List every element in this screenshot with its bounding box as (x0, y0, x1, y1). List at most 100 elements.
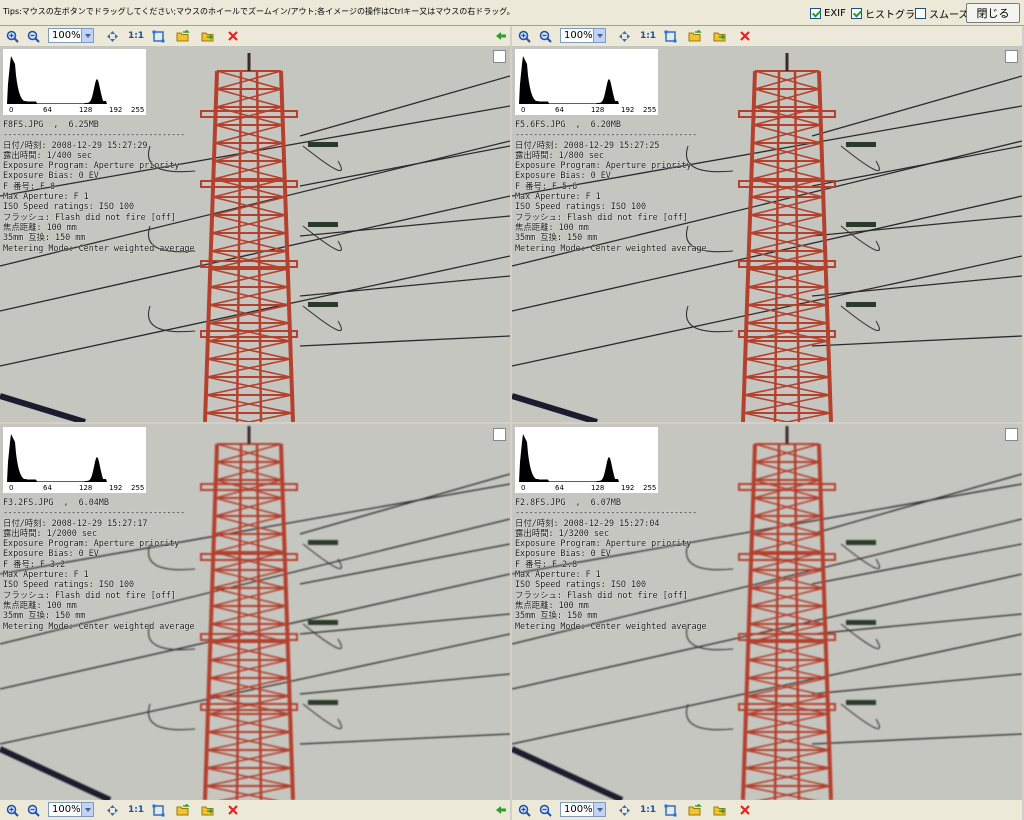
smooth-label: スムーズ (929, 9, 969, 21)
zoom-out-icon[interactable] (538, 803, 552, 817)
next-file-icon[interactable] (201, 803, 215, 817)
exif-metering: Metering Mode: Center weighted average (3, 620, 195, 631)
exif-info: F5.6FS.JPG , 6.20MB ---------------------… (515, 119, 707, 253)
exif-bias: Exposure Bias: 0 EV (3, 548, 99, 559)
exif-program: Exposure Program: Aperture priority (515, 160, 692, 171)
histogram-checkbox[interactable]: ヒストグラ (851, 6, 915, 21)
zoom-in-icon[interactable] (5, 29, 19, 43)
close-image-icon[interactable] (226, 803, 240, 817)
exif-date: 日付/時刻: 2008-12-29 15:27:04 (515, 517, 660, 528)
select-image-checkbox[interactable] (1005, 50, 1018, 63)
image-compare-window: Tips:マウスの左ボタンでドラッグしてください;マウスのホイールでズームイン/… (0, 0, 1024, 820)
chevron-down-icon[interactable] (593, 29, 605, 42)
close-image-icon[interactable] (738, 803, 752, 817)
zoom-select[interactable]: 100% (48, 802, 94, 817)
exif-iso: ISO Speed ratings: ISO 100 (515, 201, 647, 212)
close-image-icon[interactable] (738, 29, 752, 43)
chevron-down-icon[interactable] (593, 803, 605, 816)
zoom-select[interactable]: 100% (48, 28, 94, 43)
histogram: 0 64 128 192 255 (515, 49, 658, 115)
zoom-value: 100% (52, 804, 81, 815)
select-image-checkbox[interactable] (493, 428, 506, 441)
exif-max-aperture: Max Aperture: F 1 (3, 569, 89, 580)
fit-window-icon[interactable] (105, 29, 119, 43)
zoom-out-icon[interactable] (26, 803, 40, 817)
zoom-select[interactable]: 100% (560, 802, 606, 817)
chevron-down-icon[interactable] (81, 29, 93, 42)
zoom-value: 100% (564, 804, 593, 815)
photo-viewport[interactable]: 0 64 128 192 255 F5.6FS.JPG , 6.20MB ---------… (512, 46, 1022, 422)
open-folder-icon[interactable] (688, 29, 702, 43)
exif-date: 日付/時刻: 2008-12-29 15:27:29 (3, 139, 148, 150)
next-file-icon[interactable] (713, 803, 727, 817)
zoom-out-icon[interactable] (538, 29, 552, 43)
photo-viewport[interactable]: 0 64 128 192 255 F3.2FS.JPG , 6.04MB ---------… (0, 424, 510, 800)
exif-separator: ---------------------------------------- (515, 129, 697, 140)
zoom-in-icon[interactable] (517, 803, 531, 817)
histogram-tick: 128 (591, 106, 605, 114)
histogram-axis: 0 64 128 192 255 (3, 483, 146, 492)
image-pane-4: 100% 1:1 0 64 128 192 255 F2.8FS.JPG , 6.07MB --… (512, 424, 1022, 820)
exif-iso: ISO Speed ratings: ISO 100 (3, 579, 135, 590)
image-pane-2: 100% 1:1 0 64 128 192 255 F5.6FS.JPG , 6.20MB --… (512, 26, 1022, 422)
full-screen-icon[interactable] (151, 803, 165, 817)
zoom-in-icon[interactable] (5, 803, 19, 817)
histogram-tick: 0 (521, 106, 526, 114)
exif-focal: 焦点距離: 100 mm (515, 221, 589, 232)
exif-file: F8FS.JPG , 6.25MB (3, 119, 99, 129)
smooth-check-box[interactable] (915, 7, 926, 19)
histogram-tick: 0 (521, 484, 526, 492)
zoom-select[interactable]: 100% (560, 28, 606, 43)
histogram-tick: 128 (591, 484, 605, 492)
exif-iso: ISO Speed ratings: ISO 100 (515, 579, 647, 590)
exif-flash: フラッシュ: Flash did not fire [off] (515, 211, 688, 222)
exif-check-box[interactable] (810, 7, 821, 19)
exif-bias: Exposure Bias: 0 EV (3, 170, 99, 181)
exif-checkbox[interactable]: EXIF (810, 6, 846, 20)
histogram-axis: 0 64 128 192 255 (515, 483, 658, 492)
actual-size-button[interactable]: 1:1 (127, 29, 145, 43)
photo-viewport[interactable]: 0 64 128 192 255 F2.8FS.JPG , 6.07MB ---------… (512, 424, 1022, 800)
pane-toolbar: 100% 1:1 (0, 800, 510, 820)
histogram-check-box[interactable] (851, 7, 862, 19)
histogram-tick: 0 (9, 484, 14, 492)
exif-bias: Exposure Bias: 0 EV (515, 548, 611, 559)
full-screen-icon[interactable] (151, 29, 165, 43)
zoom-in-icon[interactable] (517, 29, 531, 43)
histogram-axis: 0 64 128 192 255 (515, 105, 658, 114)
histogram-tick: 192 (621, 106, 635, 114)
actual-size-button[interactable]: 1:1 (127, 803, 145, 817)
chevron-down-icon[interactable] (81, 803, 93, 816)
open-folder-icon[interactable] (688, 803, 702, 817)
fit-window-icon[interactable] (617, 803, 631, 817)
exif-focal: 焦点距離: 100 mm (3, 221, 77, 232)
full-screen-icon[interactable] (663, 29, 677, 43)
fit-window-icon[interactable] (617, 29, 631, 43)
tips-text: Tips:マウスの左ボタンでドラッグしてください;マウスのホイールでズームイン/… (3, 7, 515, 16)
exif-info: F8FS.JPG , 6.25MB -----------------------… (3, 119, 195, 253)
smooth-checkbox[interactable]: スムーズ (915, 6, 969, 21)
full-screen-icon[interactable] (663, 803, 677, 817)
fit-window-icon[interactable] (105, 803, 119, 817)
open-folder-icon[interactable] (176, 29, 190, 43)
exif-fnumber: F 番号: F 3.2 (3, 558, 66, 569)
photo-viewport[interactable]: 0 64 128 192 255 F8FS.JPG , 6.25MB -----------… (0, 46, 510, 422)
sync-left-arrow-icon[interactable] (494, 29, 508, 43)
exif-separator: ---------------------------------------- (3, 507, 185, 518)
sync-left-arrow-icon[interactable] (494, 803, 508, 817)
actual-size-button[interactable]: 1:1 (639, 803, 657, 817)
exif-max-aperture: Max Aperture: F 1 (515, 191, 601, 202)
actual-size-button[interactable]: 1:1 (639, 29, 657, 43)
histogram-axis: 0 64 128 192 255 (3, 105, 146, 114)
exif-separator: ---------------------------------------- (3, 129, 185, 140)
histogram-tick: 255 (643, 106, 657, 114)
close-image-icon[interactable] (226, 29, 240, 43)
close-button[interactable]: 閉じる (966, 3, 1020, 23)
select-image-checkbox[interactable] (493, 50, 506, 63)
zoom-out-icon[interactable] (26, 29, 40, 43)
exif-metering: Metering Mode: Center weighted average (515, 242, 707, 253)
select-image-checkbox[interactable] (1005, 428, 1018, 441)
next-file-icon[interactable] (713, 29, 727, 43)
open-folder-icon[interactable] (176, 803, 190, 817)
next-file-icon[interactable] (201, 29, 215, 43)
